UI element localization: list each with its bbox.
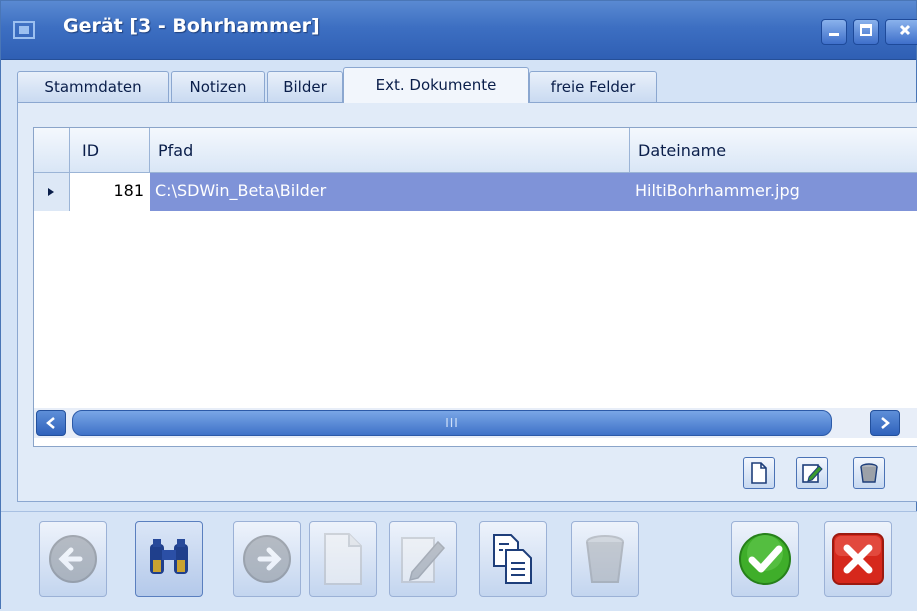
panel-edit-document-button[interactable] [796, 457, 828, 489]
tab-stammdaten[interactable]: Stammdaten [17, 71, 169, 102]
window-title: Gerät [3 - Bohrhammer] [63, 15, 320, 37]
horizontal-scrollbar[interactable]: III [34, 408, 917, 438]
cell-pfad[interactable]: C:\SDWin_Beta\Bilder [150, 173, 630, 211]
documents-grid[interactable]: ID Pfad Dateiname 181 C:\SDWin_Beta\Bild… [33, 127, 917, 447]
table-row[interactable]: 181 C:\SDWin_Beta\Bilder HiltiBohrhammer… [34, 173, 917, 211]
cancel-x-icon [832, 533, 884, 585]
delete-button[interactable] [571, 521, 639, 597]
tab-bilder[interactable]: Bilder [267, 71, 343, 102]
scroll-thumb[interactable]: III [72, 410, 832, 436]
scroll-right-button[interactable] [870, 410, 900, 436]
column-header-dateiname[interactable]: Dateiname [630, 128, 917, 172]
grid-header: ID Pfad Dateiname [34, 128, 917, 173]
close-icon [898, 23, 912, 41]
back-button[interactable] [39, 521, 107, 597]
tab-notizen[interactable]: Notizen [171, 71, 265, 102]
maximize-icon [859, 23, 873, 41]
copy-document-icon [493, 534, 532, 584]
cell-id[interactable]: 181 [70, 173, 150, 211]
window-app-icon [13, 21, 37, 41]
tab-ext-dokumente[interactable]: Ext. Dokumente [343, 67, 529, 103]
new-button[interactable] [309, 521, 377, 597]
header-indicator-cell [34, 128, 70, 172]
new-document-icon [751, 462, 767, 484]
tab-freie-felder[interactable]: freie Felder [529, 71, 657, 102]
panel-delete-button[interactable] [853, 457, 885, 489]
edit-document-icon [802, 464, 823, 483]
title-bar[interactable]: Gerät [3 - Bohrhammer] [1, 1, 917, 60]
device-window: Gerät [3 - Bohrhammer] Stammdaten Notize… [0, 0, 917, 611]
edit-button[interactable] [389, 521, 457, 597]
column-header-id[interactable]: ID [70, 128, 150, 172]
edit-document-icon [401, 537, 446, 583]
search-button[interactable] [135, 521, 203, 597]
panel-new-document-button[interactable] [743, 457, 775, 489]
current-row-arrow-icon [48, 188, 54, 196]
ok-button[interactable] [731, 521, 799, 597]
binoculars-icon [150, 539, 188, 574]
minimize-icon [827, 23, 841, 41]
cancel-button[interactable] [824, 521, 892, 597]
forward-arrow-icon [243, 535, 291, 583]
scroll-left-icon [46, 417, 55, 429]
delete-trash-icon [860, 463, 878, 483]
ok-checkmark-icon [739, 533, 791, 585]
row-indicator [34, 173, 70, 211]
maximize-button[interactable] [853, 19, 879, 45]
cell-dateiname[interactable]: HiltiBohrhammer.jpg [630, 173, 917, 211]
scroll-left-button[interactable] [36, 410, 66, 436]
column-header-pfad[interactable]: Pfad [150, 128, 630, 172]
new-document-icon [324, 533, 362, 585]
scroll-right-icon [881, 417, 890, 429]
copy-button[interactable] [479, 521, 547, 597]
forward-button[interactable] [233, 521, 301, 597]
close-button[interactable] [885, 19, 917, 45]
minimize-button[interactable] [821, 19, 847, 45]
back-arrow-icon [49, 535, 97, 583]
delete-trash-icon [586, 535, 624, 583]
